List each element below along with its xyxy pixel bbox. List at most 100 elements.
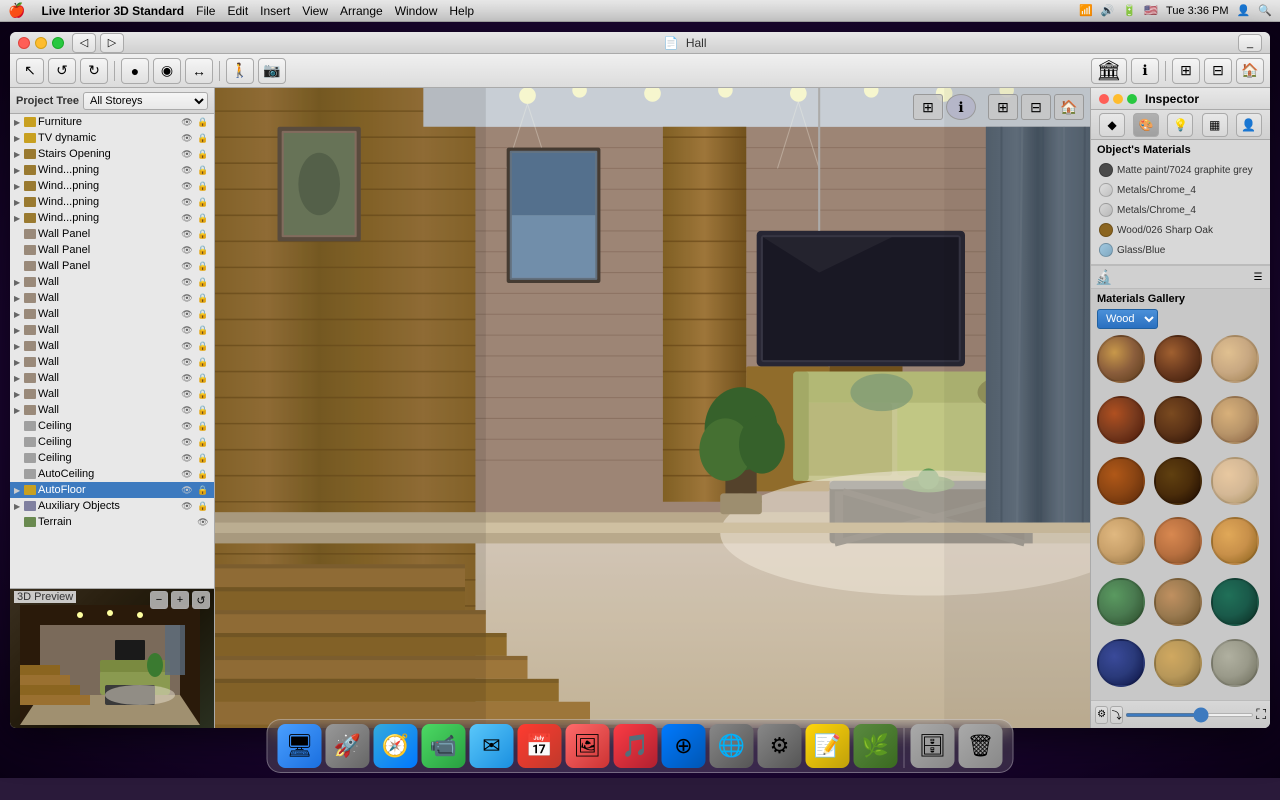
undo-btn[interactable]: ↺	[48, 58, 76, 84]
tree-item-wall-panel-2[interactable]: ▶ Wall Panel 👁 🔒	[10, 242, 214, 258]
lock-icon[interactable]: 🔒	[196, 149, 210, 160]
material-item-5[interactable]: Glass/Blue	[1097, 240, 1264, 260]
tree-item-autoceiling[interactable]: ▶ AutoCeiling 👁 🔒	[10, 466, 214, 482]
fullscreen-btn[interactable]: ⛶	[1256, 706, 1266, 723]
lock-icon[interactable]: 🔒	[196, 245, 210, 256]
preview-image[interactable]	[10, 589, 214, 728]
swatch-green-stain[interactable]	[1097, 578, 1145, 626]
swatch-natural[interactable]	[1154, 639, 1202, 687]
info-btn[interactable]: ℹ	[1131, 58, 1159, 84]
view-2d-btn[interactable]: ⊞	[1172, 58, 1200, 84]
lock-icon[interactable]: 🔒	[196, 357, 210, 368]
dock-itunes[interactable]: 🎵	[614, 724, 658, 768]
dock-stickies[interactable]: 📝	[806, 724, 850, 768]
lock-icon[interactable]: 🔒	[196, 421, 210, 432]
visibility-icon[interactable]: 👁	[180, 277, 194, 288]
tree-item-wall-7[interactable]: ▶ Wall 👁 🔒	[10, 370, 214, 386]
tree-item-wind3[interactable]: ▶ Wind...pning 👁 🔒	[10, 194, 214, 210]
zoom-in-btn[interactable]: +	[171, 591, 189, 609]
lock-icon[interactable]: 🔒	[196, 501, 210, 512]
info-btn[interactable]: ℹ	[946, 94, 976, 120]
tab-geometry[interactable]: ◆	[1099, 113, 1125, 137]
tree-item-wall-5[interactable]: ▶ Wall 👁 🔒	[10, 338, 214, 354]
eyedropper-tool[interactable]: 🔬	[1095, 269, 1112, 286]
insp-zoom-btn[interactable]	[1127, 94, 1137, 104]
tree-item-autofloor[interactable]: ▶ AutoFloor 👁 🔒	[10, 482, 214, 498]
tree-item-wall-8[interactable]: ▶ Wall 👁 🔒	[10, 386, 214, 402]
visibility-icon[interactable]: 👁	[180, 405, 194, 416]
tab-person[interactable]: 👤	[1236, 113, 1262, 137]
swatch-teak[interactable]	[1154, 517, 1202, 565]
camera-btn[interactable]: 📷	[258, 58, 286, 84]
dock-trash[interactable]: 🗑	[959, 724, 1003, 768]
lock-icon[interactable]: 🔒	[196, 309, 210, 320]
visibility-icon[interactable]: 👁	[180, 197, 194, 208]
walk-btn[interactable]: 🚶	[226, 58, 254, 84]
gallery-dropdown[interactable]: Wood Stone Metal Fabric Glass	[1097, 309, 1158, 329]
fwd-btn[interactable]: ▷	[100, 33, 124, 53]
swatch-pine[interactable]	[1211, 396, 1259, 444]
swatch-dark-green[interactable]	[1211, 578, 1259, 626]
visibility-icon[interactable]: 👁	[180, 133, 194, 144]
visibility-icon[interactable]: 👁	[180, 421, 194, 432]
dock-photos[interactable]: 🖼	[566, 724, 610, 768]
visibility-icon[interactable]: 👁	[180, 485, 194, 496]
visibility-icon[interactable]: 👁	[180, 357, 194, 368]
tree-item-wall-6[interactable]: ▶ Wall 👁 🔒	[10, 354, 214, 370]
material-item-2[interactable]: Metals/Chrome_4	[1097, 180, 1264, 200]
swatch-bamboo[interactable]	[1154, 578, 1202, 626]
swatch-driftwood[interactable]	[1211, 639, 1259, 687]
tree-item-wall-panel-1[interactable]: ▶ Wall Panel 👁 🔒	[10, 226, 214, 242]
tree-item-furniture[interactable]: ▶ Furniture 👁 🔒	[10, 114, 214, 130]
menu-arrange[interactable]: Arrange	[340, 4, 383, 18]
view-home-btn[interactable]: 🏠	[1054, 94, 1084, 120]
visibility-icon[interactable]: 👁	[180, 293, 194, 304]
maximize-button[interactable]	[52, 37, 64, 49]
lock-icon[interactable]: 🔒	[196, 437, 210, 448]
menu-edit[interactable]: Edit	[227, 4, 248, 18]
view-mode-2-btn[interactable]: ⊟	[1021, 94, 1051, 120]
visibility-icon[interactable]: 👁	[180, 245, 194, 256]
tree-item-terrain[interactable]: ▶ Terrain 👁	[10, 514, 214, 530]
lock-icon[interactable]: 🔒	[196, 405, 210, 416]
visibility-icon[interactable]: 👁	[180, 229, 194, 240]
lock-icon[interactable]: 🔒	[196, 165, 210, 176]
tree-item-wind1[interactable]: ▶ Wind...pning 👁 🔒	[10, 162, 214, 178]
tree-item-wall-9[interactable]: ▶ Wall 👁 🔒	[10, 402, 214, 418]
import-btn[interactable]: ⤵	[1110, 706, 1123, 724]
lock-icon[interactable]: 🔒	[196, 277, 210, 288]
lock-icon[interactable]: 🔒	[196, 453, 210, 464]
dock-archives[interactable]: 🗄	[911, 724, 955, 768]
lock-icon[interactable]: 🔒	[196, 133, 210, 144]
settings-btn[interactable]: ⚙	[1095, 706, 1108, 724]
swatch-ebony[interactable]	[1154, 457, 1202, 505]
tree-item-wind2[interactable]: ▶ Wind...pning 👁 🔒	[10, 178, 214, 194]
tab-texture[interactable]: ▦	[1202, 113, 1228, 137]
tree-item-stairs[interactable]: ▶ Stairs Opening 👁 🔒	[10, 146, 214, 162]
menu-view[interactable]: View	[302, 4, 328, 18]
lock-icon[interactable]: 🔒	[196, 117, 210, 128]
visibility-icon[interactable]: 👁	[180, 501, 194, 512]
tree-item-wind4[interactable]: ▶ Wind...pning 👁 🔒	[10, 210, 214, 226]
dock-launchpad[interactable]: 🚀	[326, 724, 370, 768]
refresh-btn[interactable]: ↺	[192, 591, 210, 609]
select-tool-btn[interactable]: ↖	[16, 58, 44, 84]
swatch-walnut[interactable]	[1154, 335, 1202, 383]
visibility-icon[interactable]: 👁	[180, 165, 194, 176]
visibility-icon[interactable]: 👁	[180, 373, 194, 384]
tree-item-ceiling-3[interactable]: ▶ Ceiling 👁 🔒	[10, 450, 214, 466]
dock-finder[interactable]: 🖥	[278, 724, 322, 768]
zoom-out-btn[interactable]: −	[150, 591, 168, 609]
materials-menu-btn[interactable]: ☰	[1250, 269, 1266, 285]
visibility-icon[interactable]: 👁	[180, 261, 194, 272]
measure-btn[interactable]: ↔	[185, 58, 213, 84]
tree-item-wall-2[interactable]: ▶ Wall 👁 🔒	[10, 290, 214, 306]
collapse-btn[interactable]: _	[1238, 34, 1262, 52]
swatch-dark-walnut[interactable]	[1154, 396, 1202, 444]
tree-item-tv-dynamic[interactable]: ▶ TV dynamic 👁 🔒	[10, 130, 214, 146]
menu-insert[interactable]: Insert	[260, 4, 290, 18]
visibility-icon[interactable]: 👁	[180, 213, 194, 224]
swatch-cherry[interactable]	[1097, 396, 1145, 444]
view-3d-btn[interactable]: ⊟	[1204, 58, 1232, 84]
view-mode-1-btn[interactable]: ⊞	[988, 94, 1018, 120]
